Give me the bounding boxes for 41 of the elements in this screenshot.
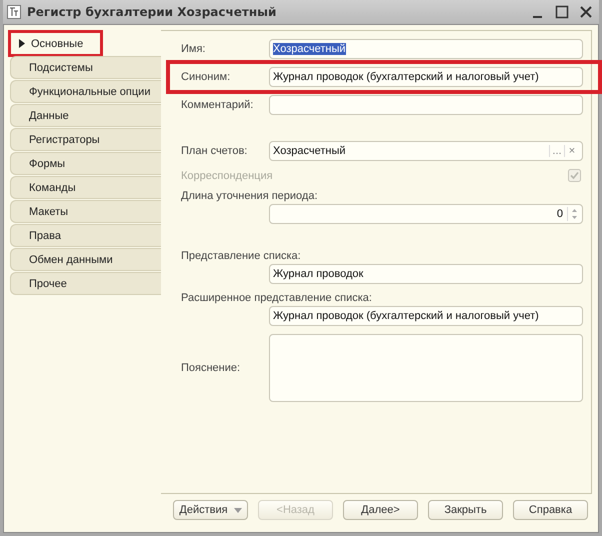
input-field[interactable]: Журнал проводок (269, 264, 583, 284)
input-field[interactable] (269, 95, 583, 115)
dialog-button[interactable]: Справка (513, 500, 588, 520)
section-tab[interactable]: Обмен данными (10, 248, 161, 271)
spinner-icon[interactable] (567, 207, 579, 221)
text-area[interactable] (269, 334, 583, 402)
checkbox-label: Корреспонденция (181, 170, 273, 182)
section-tab[interactable]: Регистраторы (10, 128, 161, 151)
section-tab[interactable]: Функциональные опции (10, 80, 161, 103)
field-label: Представление списка: (181, 250, 302, 262)
caret-icon (234, 508, 242, 512)
field-label: Пояснение: (181, 362, 242, 374)
section-tab[interactable]: Команды (10, 176, 161, 199)
input-field[interactable]: Хозрасчетный (269, 39, 583, 59)
section-tab[interactable]: Данные (10, 104, 161, 127)
field-label: Расширенное представление списка: (181, 292, 373, 304)
pointer-icon (19, 39, 25, 48)
app-icon (7, 5, 21, 19)
dialog-button[interactable]: Далее> (343, 500, 418, 520)
input-field[interactable]: Журнал проводок (бухгалтерский и налоговый учет) (269, 67, 583, 87)
close-icon[interactable] (579, 5, 593, 19)
field-label: Имя: (181, 43, 206, 55)
field-label: План счетов: (181, 145, 248, 157)
dialog-button[interactable]: Действия (173, 500, 248, 520)
section-tab[interactable]: Основные (10, 32, 101, 55)
choose-button[interactable]: ... (549, 145, 564, 157)
section-tab[interactable]: Прочее (10, 272, 161, 295)
section-tab[interactable]: Макеты (10, 200, 161, 223)
field-label: Комментарий: (181, 99, 254, 111)
input-field[interactable]: 0 (269, 204, 583, 224)
clear-button[interactable]: × (564, 145, 579, 157)
input-field[interactable]: Журнал проводок (бухгалтерский и налоговый учет) (269, 306, 583, 326)
dialog-button[interactable]: Закрыть (428, 500, 503, 520)
section-tab[interactable]: Подсистемы (10, 56, 161, 79)
window-title: Регистр бухгалтерии Хозрасчетный (27, 5, 276, 19)
input-field[interactable]: Хозрасчетный ... × (269, 141, 583, 161)
section-tab[interactable]: Формы (10, 152, 161, 175)
field-label: Синоним: (181, 71, 232, 83)
field-label: Длина уточнения периода: (181, 190, 319, 202)
maximize-icon[interactable] (555, 5, 569, 19)
section-tab[interactable]: Права (10, 224, 161, 247)
